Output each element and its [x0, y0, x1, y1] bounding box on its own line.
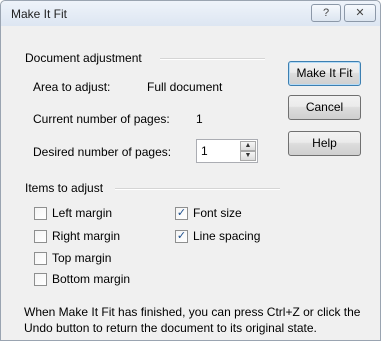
items-to-adjust-group-label: Items to adjust — [25, 181, 108, 195]
help-title-button[interactable]: ? — [311, 4, 341, 22]
line-spacing-checkbox[interactable]: ✓ — [175, 230, 188, 243]
top-margin-label[interactable]: Top margin — [52, 251, 111, 265]
area-to-adjust-label: Area to adjust: — [33, 80, 111, 94]
top-margin-checkbox[interactable] — [34, 252, 47, 265]
current-pages-value: 1 — [196, 112, 203, 126]
area-to-adjust-value: Full document — [147, 80, 223, 94]
help-button[interactable]: Help — [288, 131, 361, 156]
left-margin-checkbox[interactable] — [34, 207, 47, 220]
cancel-button[interactable]: Cancel — [288, 95, 361, 120]
line-spacing-label[interactable]: Line spacing — [193, 229, 260, 243]
bottom-margin-checkbox[interactable] — [34, 273, 47, 286]
chevron-up-icon: ▲ — [244, 142, 252, 149]
check-icon: ✓ — [176, 230, 187, 242]
make-it-fit-button[interactable]: Make It Fit — [288, 61, 361, 86]
right-margin-checkbox[interactable] — [34, 230, 47, 243]
document-adjustment-divider — [160, 58, 265, 60]
spin-up-button[interactable]: ▲ — [240, 141, 256, 151]
spin-down-button[interactable]: ▼ — [240, 151, 256, 161]
font-size-checkbox[interactable]: ✓ — [175, 207, 188, 220]
current-pages-label: Current number of pages: — [33, 112, 170, 126]
right-margin-label[interactable]: Right margin — [52, 229, 120, 243]
spin-buttons: ▲ ▼ — [240, 141, 256, 161]
close-icon: ✕ — [355, 7, 365, 19]
left-margin-label[interactable]: Left margin — [52, 206, 112, 220]
check-icon: ✓ — [176, 207, 187, 219]
document-adjustment-group-label: Document adjustment — [25, 51, 146, 65]
items-to-adjust-divider — [115, 188, 280, 190]
font-size-label[interactable]: Font size — [193, 206, 242, 220]
window-title: Make It Fit — [11, 7, 68, 21]
desired-pages-input[interactable]: 1 — [201, 144, 208, 158]
chevron-down-icon: ▼ — [244, 152, 252, 159]
bottom-margin-label[interactable]: Bottom margin — [52, 272, 130, 286]
close-title-button[interactable]: ✕ — [344, 4, 376, 22]
question-icon: ? — [322, 7, 330, 19]
desired-pages-label: Desired number of pages: — [33, 145, 172, 159]
undo-note-text: When Make It Fit has finished, you can p… — [24, 305, 361, 335]
title-bar: Make It Fit ? ✕ — [1, 1, 380, 26]
desired-pages-stepper[interactable]: 1 ▲ ▼ — [196, 139, 258, 163]
